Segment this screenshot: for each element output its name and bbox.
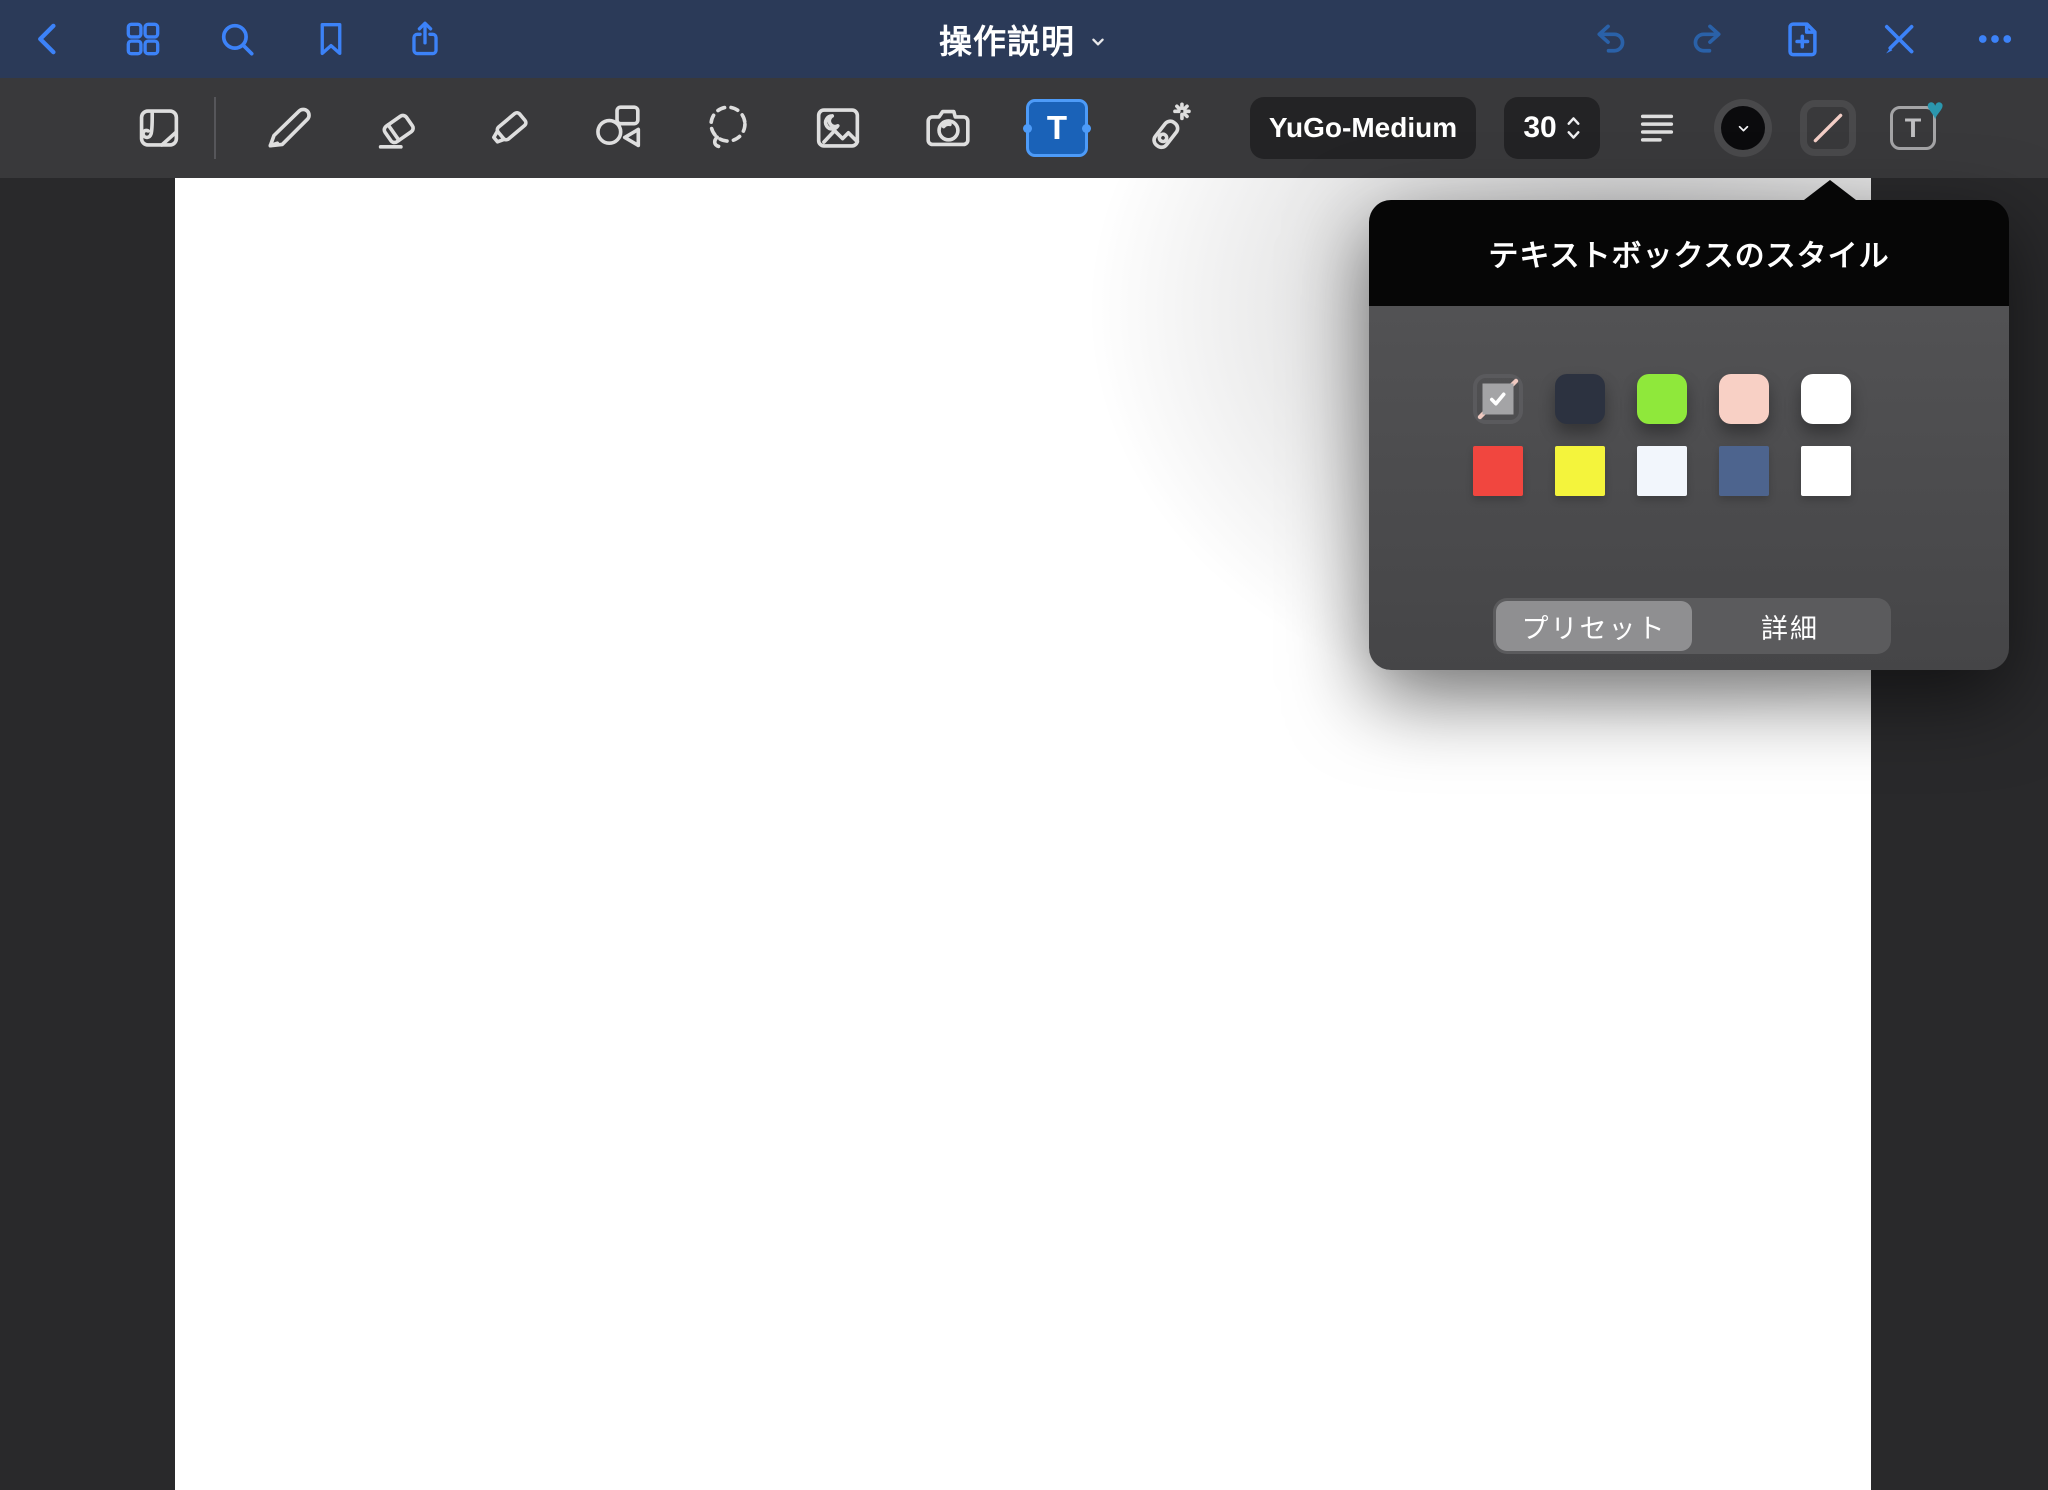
edit-mode-toggle-button[interactable]	[1876, 16, 1922, 62]
camera-icon	[919, 99, 977, 157]
text-tool-glyph: T	[1047, 109, 1067, 147]
tool-group: T	[256, 96, 1198, 160]
preset-swatch[interactable]	[1555, 374, 1605, 424]
undo-icon	[1590, 18, 1632, 60]
notes-app: 操作説明	[0, 0, 2048, 1490]
preset-swatch[interactable]	[1473, 446, 1523, 496]
more-options-button[interactable]	[1972, 16, 2018, 62]
shapes-tool-button[interactable]	[586, 96, 650, 160]
text-options-group: YuGo-Medium 30	[1250, 97, 1942, 159]
back-button[interactable]	[26, 16, 72, 62]
text-box-style-button[interactable]: T ♥	[1884, 99, 1942, 157]
chevron-down-icon	[1087, 31, 1109, 53]
page-title: 操作説明	[939, 15, 1075, 63]
image-icon	[809, 99, 867, 157]
eraser-tool-button[interactable]	[366, 96, 430, 160]
segment-advanced[interactable]: 詳細	[1692, 601, 1888, 651]
add-page-button[interactable]	[1780, 16, 1826, 62]
undo-button[interactable]	[1588, 16, 1634, 62]
ellipsis-icon	[1974, 18, 2016, 60]
nav-left-group	[0, 16, 448, 62]
eraser-icon	[369, 99, 427, 157]
preset-swatch[interactable]	[1555, 446, 1605, 496]
text-box-style-popover: テキストボックスのスタイル プリセット詳細	[1369, 200, 2009, 670]
page-panel-button[interactable]	[126, 96, 190, 160]
preset-swatch[interactable]	[1637, 446, 1687, 496]
page-curl-icon	[129, 99, 187, 157]
grid-icon	[122, 18, 164, 60]
share-icon	[404, 18, 446, 60]
toolbar: T YuGo-Medium 30	[0, 78, 2048, 178]
nav-bar: 操作説明	[0, 0, 2048, 78]
font-size-stepper[interactable]: 30	[1504, 97, 1600, 159]
popover-title: テキストボックスのスタイル	[1488, 231, 1889, 275]
preset-swatch[interactable]	[1801, 446, 1851, 496]
pen-tool-button[interactable]	[256, 96, 320, 160]
text-align-button[interactable]	[1628, 99, 1686, 157]
search-button[interactable]	[214, 16, 260, 62]
preset-swatch[interactable]	[1801, 374, 1851, 424]
popover-body: プリセット詳細	[1369, 306, 2009, 670]
preset-swatch[interactable]	[1719, 446, 1769, 496]
popover-header: テキストボックスのスタイル	[1369, 200, 2009, 306]
current-color-swatch	[1721, 106, 1765, 150]
laser-pointer-icon	[1137, 99, 1195, 157]
share-button[interactable]	[402, 16, 448, 62]
laser-pointer-tool-button[interactable]	[1134, 96, 1198, 160]
align-left-icon	[1637, 108, 1677, 148]
image-tool-button[interactable]	[806, 96, 870, 160]
preset-row-1	[1369, 374, 2009, 424]
stepper-chevrons-icon	[1566, 112, 1581, 144]
preset-swatch[interactable]	[1637, 374, 1687, 424]
pen-crossed-icon	[1878, 18, 1920, 60]
segmented-control: プリセット詳細	[1493, 598, 1891, 654]
lasso-icon	[699, 99, 757, 157]
text-box-glyph: T	[1905, 113, 1922, 144]
segment-preset[interactable]: プリセット	[1496, 601, 1692, 651]
search-icon	[216, 18, 258, 60]
bookmark-button[interactable]	[308, 16, 354, 62]
pen-icon	[259, 99, 317, 157]
chevron-down-icon	[1735, 120, 1752, 137]
preset-swatch-current[interactable]	[1473, 374, 1523, 424]
text-tool-button[interactable]: T	[1026, 99, 1088, 157]
shapes-icon	[589, 99, 647, 157]
bookmark-icon	[310, 18, 352, 60]
font-size-value: 30	[1523, 111, 1556, 145]
highlighter-tool-button[interactable]	[476, 96, 540, 160]
page-thumbnails-button[interactable]	[120, 16, 166, 62]
heart-icon: ♥	[1926, 95, 1944, 125]
toolbar-divider	[214, 97, 216, 159]
camera-tool-button[interactable]	[916, 96, 980, 160]
font-family-button[interactable]: YuGo-Medium	[1250, 97, 1476, 159]
redo-icon	[1686, 18, 1728, 60]
preset-swatch[interactable]	[1719, 374, 1769, 424]
chevron-left-icon	[28, 18, 70, 60]
add-page-icon	[1782, 18, 1824, 60]
stroke-style-button[interactable]	[1800, 100, 1856, 156]
selection-handle-icon	[1023, 124, 1032, 133]
highlighter-icon	[479, 99, 537, 157]
font-name-label: YuGo-Medium	[1269, 112, 1457, 144]
checkmark-icon	[1483, 384, 1514, 415]
preset-row-2	[1369, 446, 2009, 496]
selection-handle-icon	[1082, 124, 1091, 133]
document-title-button[interactable]: 操作説明	[939, 15, 1109, 63]
diagonal-stroke-icon	[1808, 108, 1848, 148]
lasso-tool-button[interactable]	[696, 96, 760, 160]
popover-arrow	[1804, 180, 1856, 200]
redo-button[interactable]	[1684, 16, 1730, 62]
text-color-button[interactable]	[1714, 99, 1772, 157]
nav-right-group	[1588, 16, 2048, 62]
